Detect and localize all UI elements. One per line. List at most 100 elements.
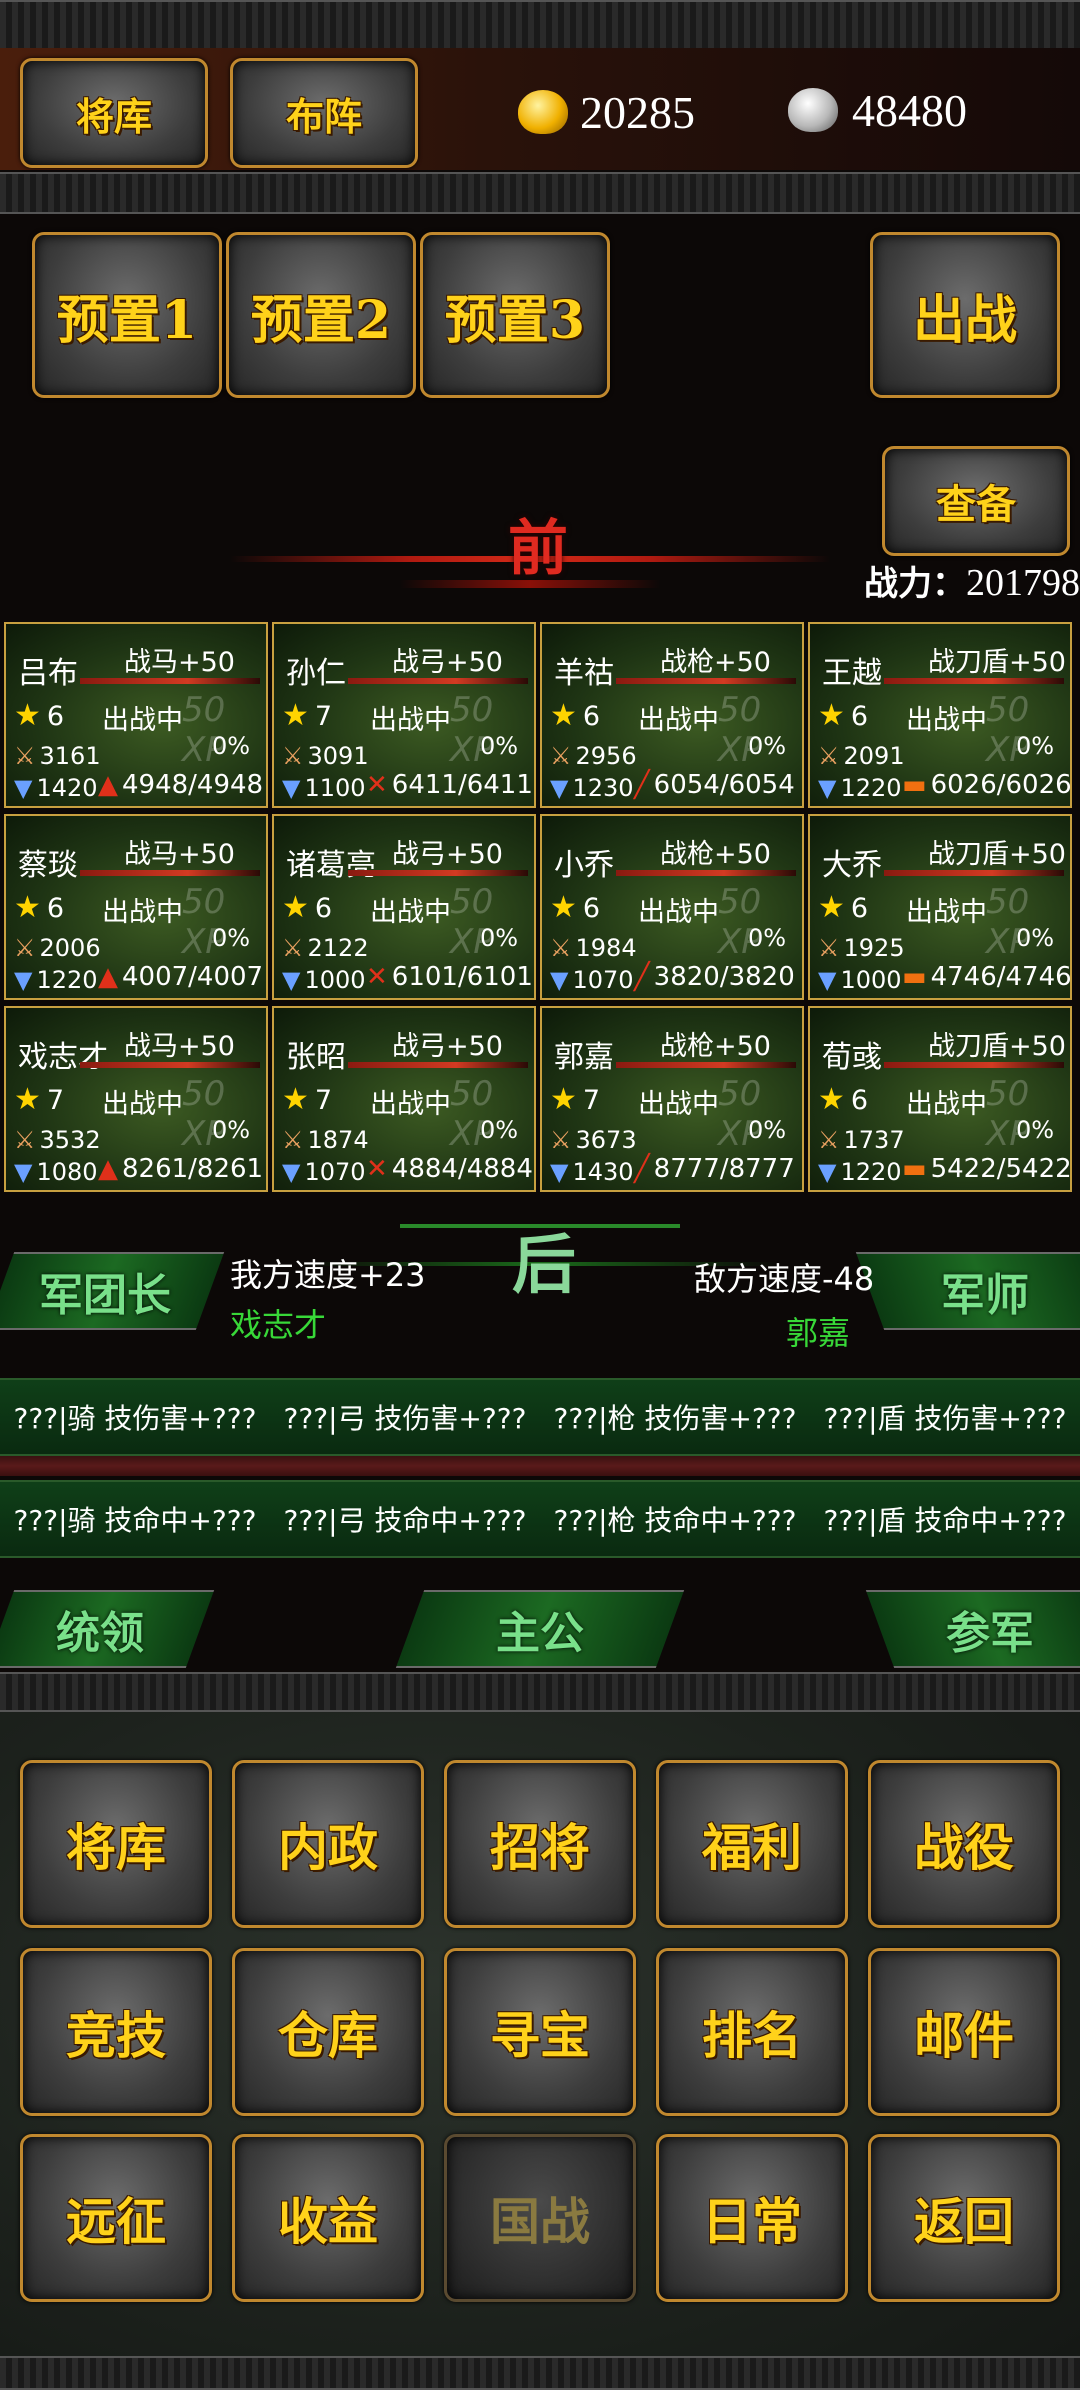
menu-button-2-0[interactable]: 远征: [20, 2134, 212, 2302]
power-label: 战力：: [864, 564, 966, 604]
preset-3-label: 预置3: [444, 289, 586, 351]
sword-icon: ⚔: [282, 934, 304, 962]
attack-value: 2091: [843, 742, 905, 770]
menu-button-1-2[interactable]: 寻宝: [444, 1948, 636, 2116]
equipment-bar: [616, 870, 796, 876]
general-card[interactable]: 50 XP 小乔 战枪+50 ★ 6 出战中 0% ⚔ 1984 ▼ 1070 ╱ 3820/3820: [540, 814, 804, 1000]
general-card[interactable]: 50 XP 戏志才 战马+50 ★ 7 出战中 0% ⚔ 3532 ▼ 1080 ▲ 8261/8261: [4, 1006, 268, 1192]
general-card[interactable]: 50 XP 蔡琰 战马+50 ★ 6 出战中 0% ⚔ 2006 ▼ 1220 ▲ 4007/4007: [4, 814, 268, 1000]
deploy-button[interactable]: 出战: [870, 232, 1060, 398]
general-name: 蔡琰: [18, 848, 78, 883]
star-icon: ★: [14, 1082, 41, 1117]
armor-icon: ▼: [282, 1158, 301, 1186]
general-status: 出战中: [638, 705, 719, 736]
skill-hit-archer: ???|弓 技命中+???: [283, 1504, 527, 1537]
defense-value: 1070: [304, 1158, 366, 1186]
troops-value: 8777/8777: [653, 1154, 795, 1184]
general-status: 出战中: [102, 1089, 183, 1120]
general-attack: ⚔ 2122: [282, 934, 369, 962]
armor-icon: ▼: [14, 774, 33, 802]
preset-3-button[interactable]: 预置3: [420, 232, 610, 398]
menu-button-0-1[interactable]: 内政: [232, 1760, 424, 1928]
general-card[interactable]: 50 XP 诸葛亮 战弓+50 ★ 6 出战中 0% ⚔ 2122 ▼ 1000 ✕ 6101/6101: [272, 814, 536, 1000]
menu-button-1-0[interactable]: 竞技: [20, 1948, 212, 2116]
troops-value: 6411/6411: [391, 770, 533, 800]
preset-1-button[interactable]: 预置1: [32, 232, 222, 398]
menu-button-2-1[interactable]: 收益: [232, 2134, 424, 2302]
sword-icon: ⚔: [282, 1126, 304, 1154]
menu-button-1-4[interactable]: 邮件: [868, 1948, 1060, 2116]
menu-button-1-3[interactable]: 排名: [656, 1948, 848, 2116]
general-card[interactable]: 50 XP 郭嘉 战枪+50 ★ 7 出战中 0% ⚔ 3673 ▼ 1430 ╱ 8777/8777: [540, 1006, 804, 1192]
sword-icon: ⚔: [14, 934, 36, 962]
inspect-button[interactable]: 查备: [882, 446, 1070, 556]
menu-button-0-2[interactable]: 招将: [444, 1760, 636, 1928]
general-status: 出战中: [906, 1089, 987, 1120]
general-xp: 0%: [212, 924, 251, 952]
menu-button-0-4[interactable]: 战役: [868, 1760, 1060, 1928]
general-card[interactable]: 50 XP 张昭 战弓+50 ★ 7 出战中 0% ⚔ 1874 ▼ 1070 ✕ 4884/4884: [272, 1006, 536, 1192]
general-troops: ╱ 3820/3820: [634, 962, 795, 992]
general-card[interactable]: 50 XP 荀彧 战刀盾+50 ★ 6 出战中 0% ⚔ 1737 ▼ 1220 ▬ 5422/5422: [808, 1006, 1072, 1192]
formation-tab-button[interactable]: 布阵: [230, 58, 418, 168]
general-stars: ★ 6: [818, 890, 868, 925]
star-count: 6: [850, 1085, 869, 1116]
general-card[interactable]: 50 XP 大乔 战刀盾+50 ★ 6 出战中 0% ⚔ 1925 ▼ 1000 ▬ 4746/4746: [808, 814, 1072, 1000]
menu-button-1-1[interactable]: 仓库: [232, 1948, 424, 2116]
general-status: 出战中: [638, 1089, 719, 1120]
attack-value: 1925: [843, 934, 905, 962]
general-stars: ★ 6: [282, 890, 332, 925]
armor-icon: ▼: [550, 966, 569, 994]
enemy-advisor-name[interactable]: 郭嘉: [786, 1308, 850, 1354]
skill-hit-row: ???|骑 技命中+??? ???|弓 技命中+??? ???|枪 技命中+??…: [0, 1480, 1080, 1558]
our-leader-name[interactable]: 戏志才: [230, 1300, 326, 1346]
troops-value: 4007/4007: [122, 962, 264, 992]
menu-button-0-3[interactable]: 福利: [656, 1760, 848, 1928]
enemy-speed: 敌方速度-48: [694, 1260, 875, 1298]
attack-value: 2122: [307, 934, 369, 962]
general-equipment: 战枪+50: [660, 647, 771, 678]
general-xp: 0%: [1016, 1116, 1055, 1144]
defense-value: 1220: [840, 1158, 902, 1186]
general-card[interactable]: 50 XP 王越 战刀盾+50 ★ 6 出战中 0% ⚔ 2091 ▼ 1220 ▬ 6026/6026: [808, 622, 1072, 808]
top-frame: [0, 0, 1080, 50]
rear-label: 后: [512, 1228, 576, 1303]
command-label: 统领: [56, 1608, 144, 1659]
menu-button-2-3[interactable]: 日常: [656, 2134, 848, 2302]
lord-banner: 主公: [395, 1590, 685, 1668]
general-attack: ⚔ 3673: [550, 1126, 637, 1154]
generals-tab-button[interactable]: 将库: [20, 58, 208, 168]
spear-icon: ╱: [634, 1154, 650, 1184]
spear-icon: ╱: [634, 962, 650, 992]
menu-label: 将库: [66, 1818, 166, 1877]
menu-button-0-0[interactable]: 将库: [20, 1760, 212, 1928]
general-card[interactable]: 50 XP 羊祜 战枪+50 ★ 6 出战中 0% ⚔ 2956 ▼ 1230 ╱ 6054/6054: [540, 622, 804, 808]
troops-value: 4746/4746: [930, 962, 1072, 992]
general-attack: ⚔ 2006: [14, 934, 101, 962]
armor-icon: ▼: [818, 774, 837, 802]
general-xp: 0%: [480, 924, 519, 952]
general-troops: ▬ 5422/5422: [902, 1154, 1070, 1184]
menu-label: 邮件: [914, 2006, 1014, 2065]
general-card[interactable]: 50 XP 吕布 战马+50 ★ 6 出战中 0% ⚔ 3161 ▼ 1420 ▲ 4948/4948: [4, 622, 268, 808]
general-defense: ▼ 1000: [818, 966, 902, 994]
general-name: 大乔: [822, 848, 882, 883]
armor-icon: ▼: [550, 1158, 569, 1186]
general-defense: ▼ 1070: [282, 1158, 366, 1186]
sword-icon: ⚔: [550, 934, 572, 962]
preset-2-button[interactable]: 预置2: [226, 232, 416, 398]
cavalry-icon: ▲: [98, 770, 118, 800]
general-card[interactable]: 50 XP 孙仁 战弓+50 ★ 7 出战中 0% ⚔ 3091 ▼ 1100 ✕ 6411/6411: [272, 622, 536, 808]
menu-button-2-4[interactable]: 返回: [868, 2134, 1060, 2302]
general-xp: 0%: [748, 1116, 787, 1144]
general-status: 出战中: [370, 705, 451, 736]
bottom-frame: [0, 2356, 1080, 2390]
armor-icon: ▼: [550, 774, 569, 802]
general-status: 出战中: [906, 897, 987, 928]
general-defense: ▼ 1420: [14, 774, 98, 802]
general-equipment: 战刀盾+50: [928, 839, 1066, 870]
general-defense: ▼ 1070: [550, 966, 634, 994]
menu-label: 寻宝: [490, 2006, 590, 2065]
skill-damage-cavalry: ???|骑 技伤害+???: [13, 1402, 257, 1435]
general-equipment: 战刀盾+50: [928, 1031, 1066, 1062]
